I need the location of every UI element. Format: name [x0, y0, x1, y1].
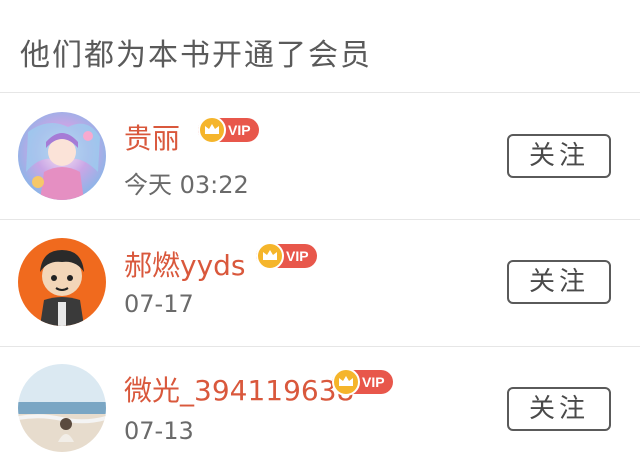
member-name[interactable]: 微光_394119638 — [124, 369, 354, 409]
vip-label: VIP — [286, 248, 309, 264]
vip-label: VIP — [362, 374, 385, 390]
timestamp: 今天 03:22 — [124, 171, 249, 199]
vip-badge: VIP — [198, 116, 259, 144]
list-item[interactable]: 微光_394119638 VIP 07-13 关注 — [0, 347, 640, 473]
follow-button[interactable]: 关注 — [507, 134, 611, 178]
member-name[interactable]: 郝燃yyds — [124, 244, 246, 284]
vip-badge: VIP — [332, 368, 393, 396]
member-name[interactable]: 贵丽 — [124, 117, 180, 157]
crown-icon — [256, 242, 284, 270]
follow-button[interactable]: 关注 — [507, 260, 611, 304]
avatar[interactable] — [18, 364, 106, 452]
page-title: 他们都为本书开通了会员 — [20, 38, 372, 73]
timestamp: 07-17 — [124, 290, 194, 318]
header: 他们都为本书开通了会员 — [0, 0, 640, 93]
follow-button[interactable]: 关注 — [507, 387, 611, 431]
vip-badge: VIP — [256, 242, 317, 270]
timestamp: 07-13 — [124, 417, 194, 445]
list-item[interactable]: 郝燃yyds VIP 07-17 关注 — [0, 220, 640, 347]
avatar[interactable] — [18, 238, 106, 326]
crown-icon — [198, 116, 226, 144]
list-item[interactable]: 贵丽 VIP 今天 03:22 关注 — [0, 93, 640, 220]
avatar[interactable] — [18, 112, 106, 200]
vip-label: VIP — [228, 122, 251, 138]
crown-icon — [332, 368, 360, 396]
